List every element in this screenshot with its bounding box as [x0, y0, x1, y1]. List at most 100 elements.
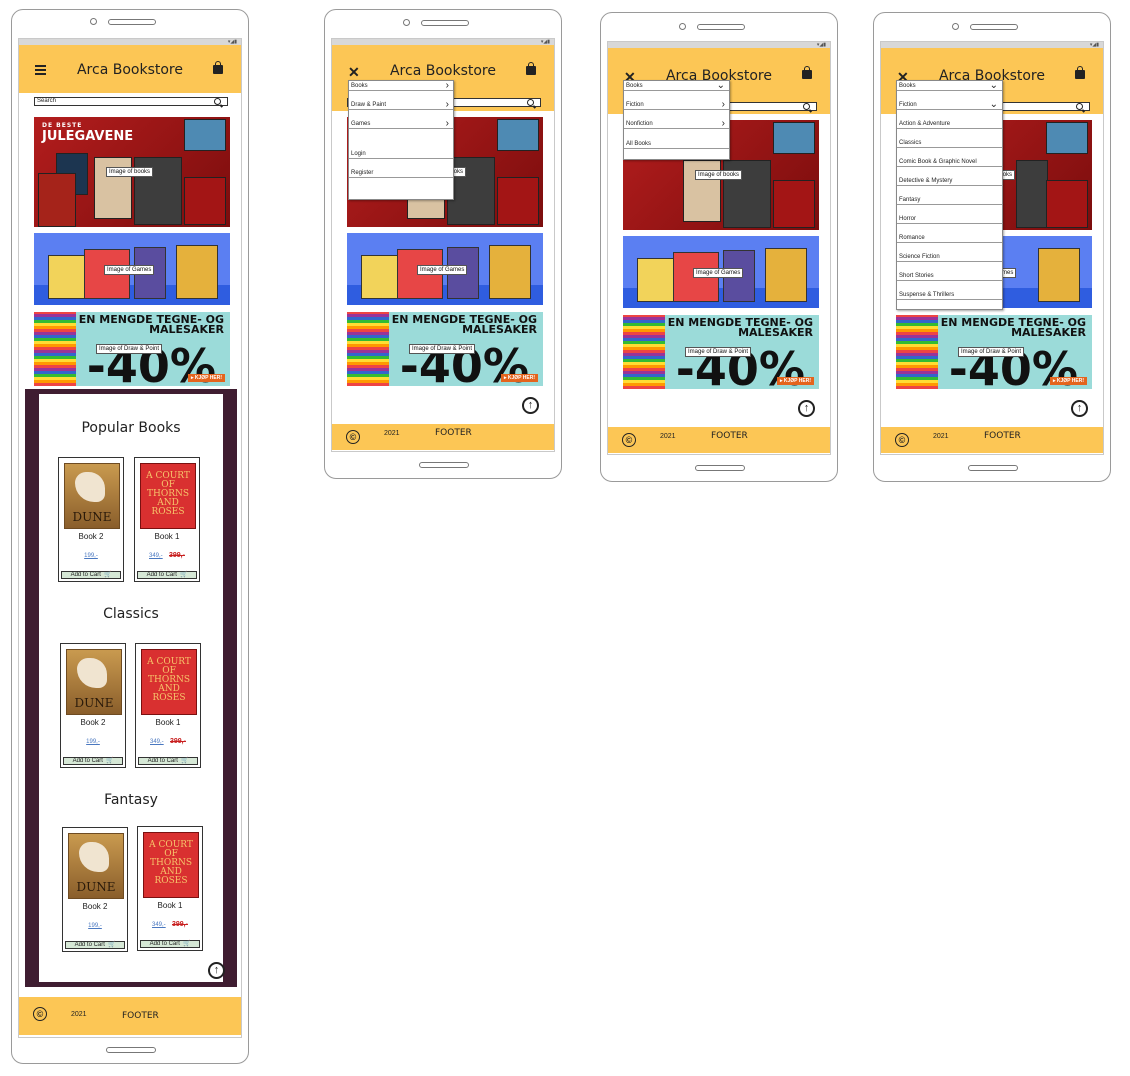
camera-dot: [952, 23, 959, 30]
menu-item-register[interactable]: Register: [349, 169, 453, 178]
menu-item-draw-paint[interactable]: Draw & Paint ›: [349, 99, 453, 110]
scroll-to-top-icon[interactable]: ↑: [798, 400, 815, 417]
menu-item-classics[interactable]: Classics: [897, 139, 1002, 148]
old-price: 399,-: [169, 552, 185, 559]
game-box: [176, 245, 218, 299]
chevron-right-icon: ›: [721, 118, 725, 129]
menu-label: Short Stories: [899, 273, 934, 279]
scroll-to-top-icon[interactable]: ↑: [208, 962, 225, 979]
chevron-right-icon: ›: [445, 99, 449, 110]
phone-mockup-menu: ▾◢▮ ✕ Arca Bookstore DE BESTEJULEGAVENE …: [324, 9, 562, 479]
menu-label: All Books: [626, 141, 652, 147]
book-card[interactable]: DUNE Book 2 199,- Add to Cart 🛒: [60, 643, 126, 768]
search-icon[interactable]: [527, 99, 534, 106]
menu-label: Comic Book & Graphic Novel: [899, 159, 977, 165]
add-to-cart-button[interactable]: Add to Cart 🛒: [137, 571, 197, 579]
cart-icon: 🛒: [105, 758, 114, 764]
shopping-bag-icon[interactable]: [526, 62, 536, 75]
menu-item-books[interactable]: Books ⌄: [624, 81, 729, 91]
menu-item-short-stories[interactable]: Short Stories: [897, 272, 1002, 281]
game-box: [765, 248, 807, 302]
search-input[interactable]: Search: [34, 97, 228, 106]
book-card[interactable]: A COURT OF THORNS AND ROSES Book 1 349,-…: [137, 826, 203, 951]
buy-here-button[interactable]: ▸ KJØP HER!: [187, 374, 225, 382]
search-icon[interactable]: [1076, 103, 1083, 110]
draw-banner[interactable]: EN MENGDE TEGNE- OG MALESAKER -40% ▸ KJØ…: [34, 312, 230, 386]
menu-item-fiction[interactable]: Fiction ⌄: [897, 100, 1002, 110]
book-cover: DUNE: [64, 463, 120, 529]
screen: ▾◢▮ ✕ Arca Bookstore Image of books Imag…: [607, 41, 831, 455]
draw-banner[interactable]: EN MENGDE TEGNE- OG MALESAKER -40% ▸ KJØ…: [623, 315, 819, 389]
buy-here-button[interactable]: ▸ KJØP HER!: [1049, 377, 1087, 385]
games-banner[interactable]: Image of Games: [347, 233, 543, 305]
cover-title: A COURT OF THORNS AND ROSES: [147, 657, 191, 703]
draw-banner[interactable]: EN MENGDE TEGNE- OG MALESAKER -40% ▸ KJØ…: [347, 312, 543, 386]
menu-item-books[interactable]: Books ›: [349, 81, 453, 91]
search-icon[interactable]: [803, 103, 810, 110]
menu-item-romance[interactable]: Romance: [897, 234, 1002, 243]
books-banner[interactable]: DE BESTEJULEGAVENE Image of books: [34, 117, 230, 227]
menu-item-science-fiction[interactable]: Science Fiction: [897, 253, 1002, 262]
menu-item-detective-mystery[interactable]: Detective & Mystery: [897, 177, 1002, 186]
menu-item-all-books[interactable]: All Books: [624, 140, 729, 149]
games-banner[interactable]: Image of Games: [34, 233, 230, 305]
menu-item-login[interactable]: Login: [349, 150, 453, 159]
book-card[interactable]: A COURT OF THORNS AND ROSES Book 1 349,-…: [134, 457, 200, 582]
footer-label: FOOTER: [122, 1011, 159, 1021]
search-placeholder: Search: [37, 98, 57, 104]
home-button[interactable]: [106, 1047, 156, 1053]
shopping-bag-icon[interactable]: [1075, 66, 1085, 79]
chevron-down-icon: ⌄: [989, 80, 998, 91]
shopping-bag-icon[interactable]: [213, 61, 223, 74]
menu-item-nonfiction[interactable]: Nonfiction ›: [624, 118, 729, 129]
book-thumb: [773, 122, 815, 154]
menu-item-books[interactable]: Books ⌄: [897, 80, 1002, 91]
cover-title: A COURT OF THORNS AND ROSES: [146, 471, 190, 517]
banner-headline: EN MENGDE TEGNE- OG MALESAKER: [78, 313, 224, 336]
sections-inner: Popular Books DUNE Book 2 199,- Add to C…: [39, 394, 225, 982]
footer: © 2021 FOOTER: [19, 997, 241, 1035]
menu-item-comic-graphic-novel[interactable]: Comic Book & Graphic Novel: [897, 158, 1002, 167]
menu-item-horror[interactable]: Horror: [897, 215, 1002, 224]
book-cover: A COURT OF THORNS AND ROSES: [140, 463, 196, 529]
cover-title: A COURT OF THORNS AND ROSES: [149, 840, 193, 886]
games-banner[interactable]: Image of Games: [623, 236, 819, 308]
image-label: Image of Games: [693, 268, 744, 278]
cart-icon: 🛒: [179, 572, 188, 578]
home-button[interactable]: [968, 465, 1018, 471]
book-price: 199,-: [88, 923, 102, 929]
add-to-cart-button[interactable]: Add to Cart 🛒: [140, 940, 200, 948]
draw-banner[interactable]: EN MENGDE TEGNE- OG MALESAKER -40% ▸ KJØ…: [896, 315, 1092, 389]
scroll-to-top-icon[interactable]: ↑: [1071, 400, 1088, 417]
search-icon[interactable]: [214, 98, 221, 105]
menu-item-suspense-thrillers[interactable]: Suspense & Thrillers: [897, 291, 1002, 300]
home-button[interactable]: [695, 465, 745, 471]
phone-mockup-books-menu: ▾◢▮ ✕ Arca Bookstore Image of books Imag…: [600, 12, 838, 482]
menu-label: Login: [351, 151, 366, 157]
add-to-cart-button[interactable]: Add to Cart 🛒: [138, 757, 198, 765]
book-sections-panel: Popular Books DUNE Book 2 199,- Add to C…: [25, 389, 237, 987]
add-to-cart-button[interactable]: Add to Cart 🛒: [61, 571, 121, 579]
add-to-cart-button[interactable]: Add to Cart 🛒: [63, 757, 123, 765]
book-card[interactable]: A COURT OF THORNS AND ROSES Book 1 349,-…: [135, 643, 201, 768]
book-card[interactable]: DUNE Book 2 199,- Add to Cart 🛒: [62, 827, 128, 952]
cover-art: [75, 472, 105, 502]
footer: © 2021 FOOTER: [608, 427, 830, 453]
menu-item-fantasy[interactable]: Fantasy: [897, 196, 1002, 205]
section-title: Classics: [103, 606, 159, 622]
book-card[interactable]: DUNE Book 2 199,- Add to Cart 🛒: [58, 457, 124, 582]
add-to-cart-button[interactable]: Add to Cart 🛒: [65, 941, 125, 949]
menu-item-action-adventure[interactable]: Action & Adventure: [897, 120, 1002, 129]
shopping-bag-icon[interactable]: [802, 66, 812, 79]
banner-headline: DE BESTEJULEGAVENE: [42, 122, 133, 143]
menu-item-games[interactable]: Games ›: [349, 119, 453, 129]
buy-here-button[interactable]: ▸ KJØP HER!: [776, 377, 814, 385]
book-thumb: [497, 119, 539, 151]
home-button[interactable]: [419, 462, 469, 468]
menu-label: Science Fiction: [899, 254, 940, 260]
book-price: 349,-: [152, 922, 166, 928]
buy-here-button[interactable]: ▸ KJØP HER!: [500, 374, 538, 382]
cart-icon: 🛒: [180, 758, 189, 764]
scroll-to-top-icon[interactable]: ↑: [522, 397, 539, 414]
menu-item-fiction[interactable]: Fiction ›: [624, 100, 729, 110]
